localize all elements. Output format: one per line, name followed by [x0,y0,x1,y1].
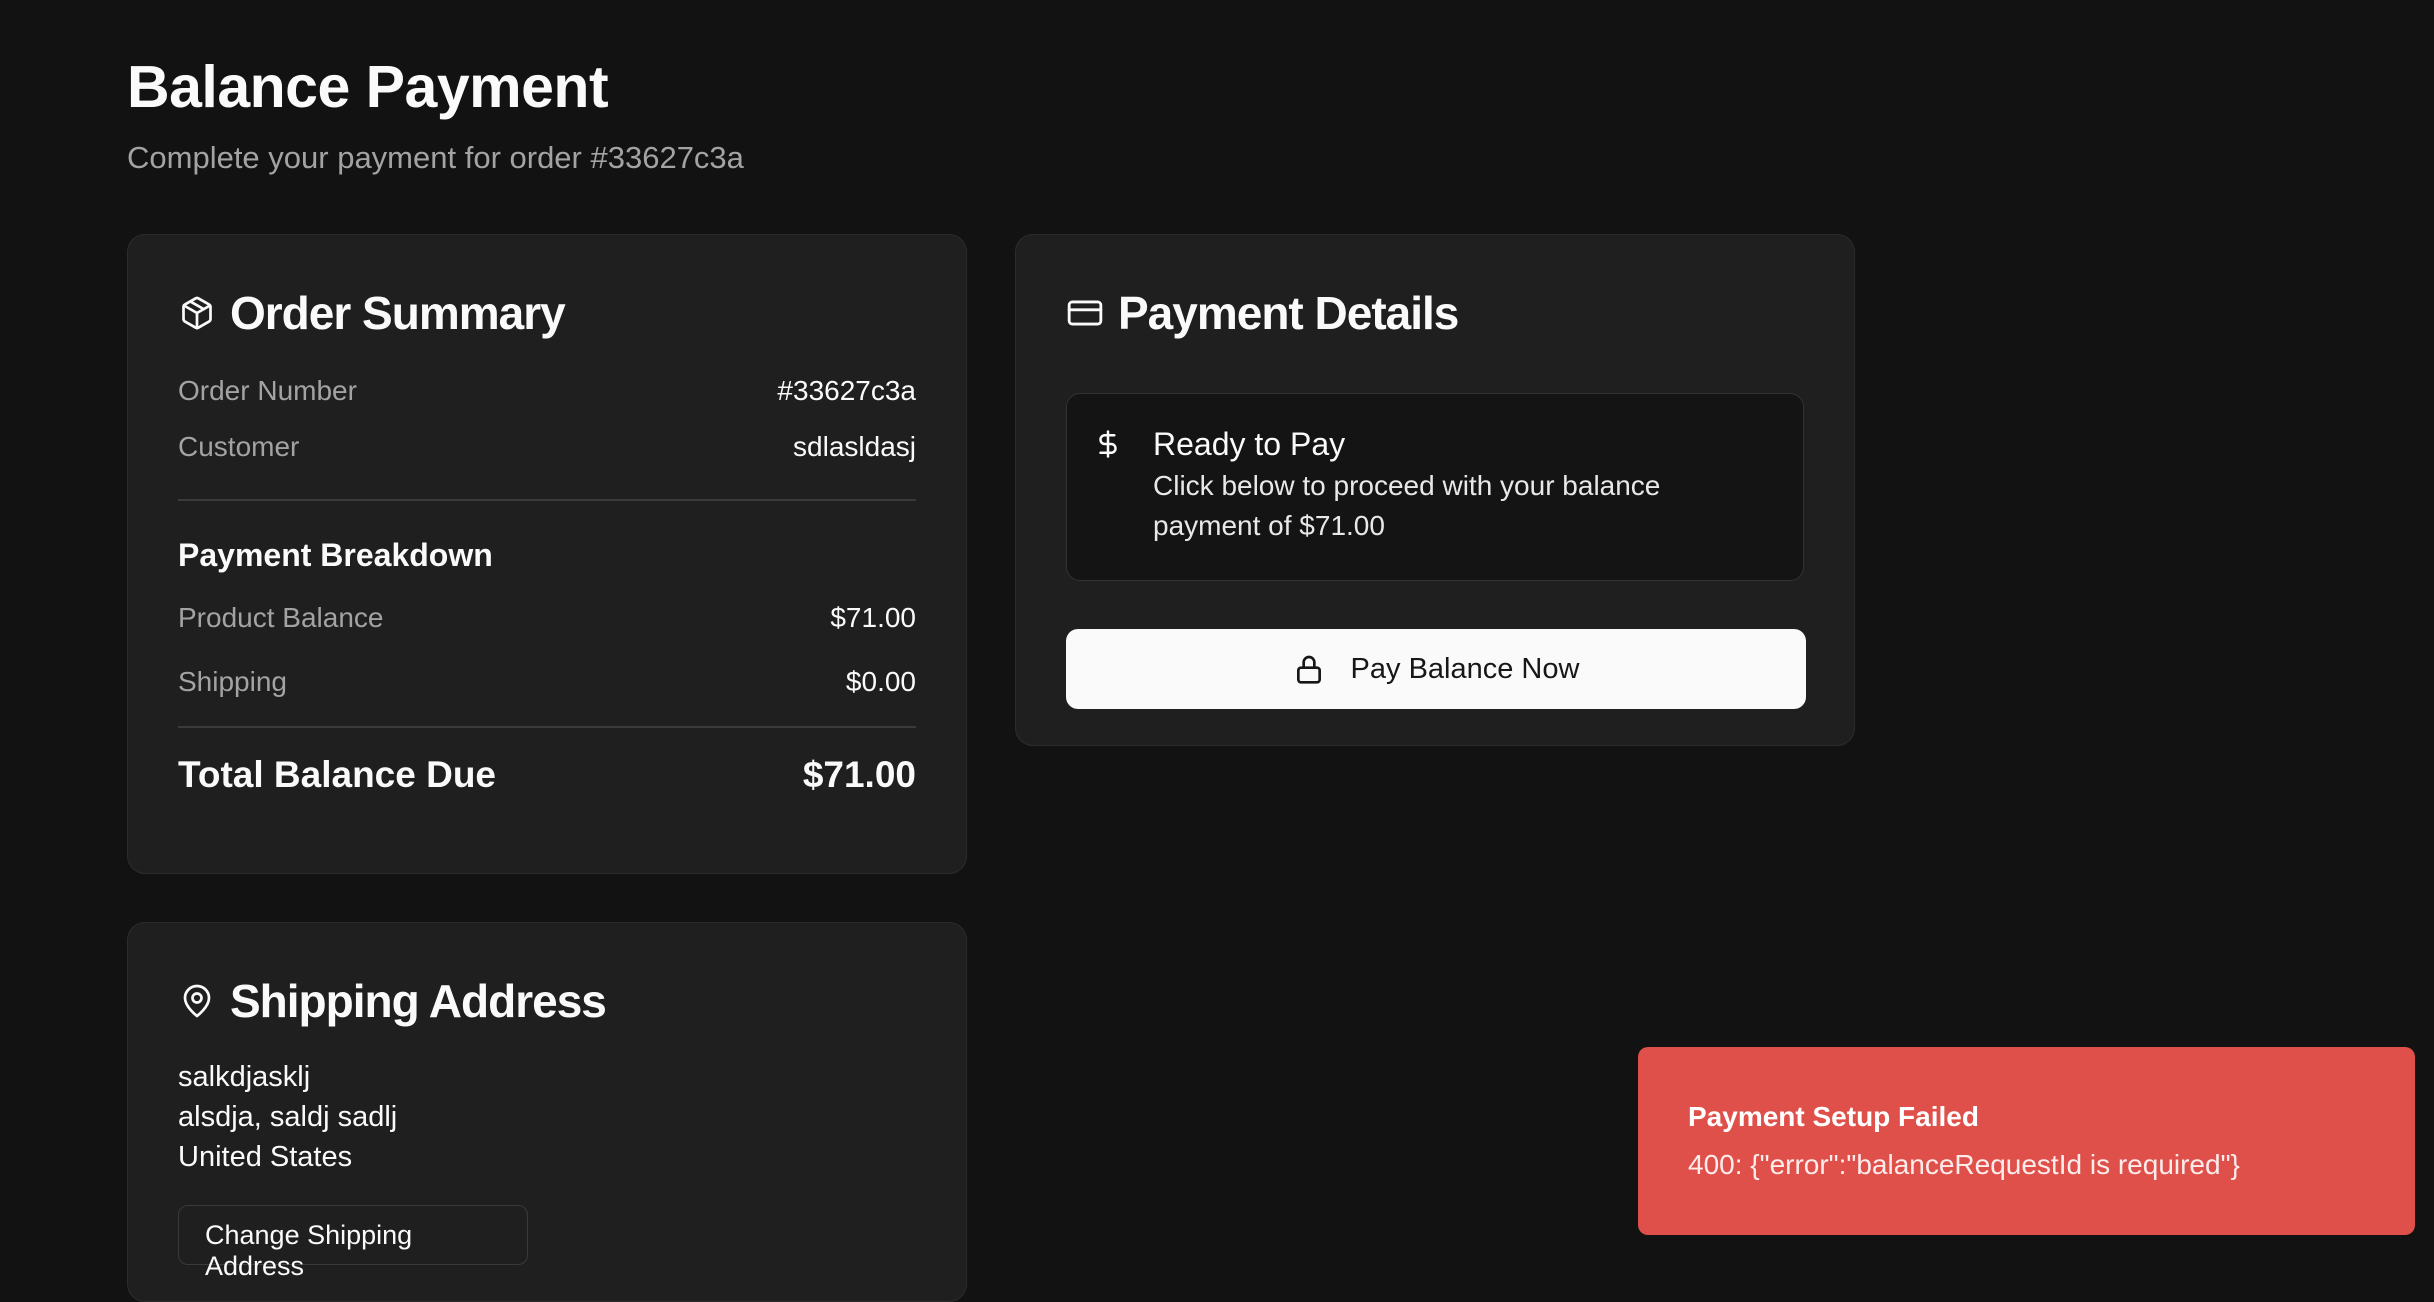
customer-row: Customer sdlasldasj [178,427,916,467]
pay-balance-button[interactable]: Pay Balance Now [1066,629,1806,709]
page-header: Balance Payment Complete your payment fo… [127,48,1855,178]
order-summary-header: Order Summary [178,283,916,343]
total-row: Total Balance Due $71.00 [178,754,916,796]
error-toast[interactable]: Payment Setup Failed 400: {"error":"bala… [1638,1047,2415,1235]
shipping-address-header: Shipping Address [178,971,916,1031]
payment-breakdown-title: Payment Breakdown [178,537,493,573]
divider [178,499,916,501]
credit-card-icon [1066,294,1104,332]
order-summary-title: Order Summary [230,287,566,339]
customer-label: Customer [178,431,300,462]
customer-value: sdlasldasj [793,431,916,462]
product-balance-row: Product Balance $71.00 [178,598,916,638]
lock-icon [1293,653,1325,685]
pay-balance-button-label: Pay Balance Now [1350,652,1580,685]
ready-to-pay-title: Ready to Pay [1153,426,1346,462]
total-label: Total Balance Due [178,754,497,795]
address-line: United States [178,1141,353,1173]
map-pin-icon [178,982,216,1020]
page-title: Balance Payment [127,54,609,120]
ready-to-pay-alert: Ready to Pay Click below to proceed with… [1066,393,1804,581]
change-shipping-address-button[interactable]: Change Shipping Address [178,1205,528,1281]
total-value: $71.00 [802,754,916,795]
shipping-address-card: Shipping Address salkdjasklj alsdja, sal… [127,922,967,1302]
shipping-address-title: Shipping Address [230,975,607,1027]
payment-details-title: Payment Details [1118,287,1459,339]
payment-details-card: Payment Details Ready to Pay Click below… [1015,234,1855,746]
shipping-row: Shipping $0.00 [178,662,916,702]
address-line: salkdjasklj [178,1061,311,1093]
divider [178,726,916,728]
product-balance-label: Product Balance [178,602,384,633]
payment-details-header: Payment Details [1066,283,1804,343]
page-subtitle: Complete your payment for order #33627c3… [127,140,744,175]
shipping-value: $0.00 [845,666,916,697]
order-number-row: Order Number #33627c3a [178,371,916,411]
toast-title: Payment Setup Failed [1688,1101,1979,1132]
dollar-sign-icon [1093,426,1123,462]
product-balance-value: $71.00 [830,602,916,633]
address-block: salkdjasklj alsdja, saldj sadlj United S… [178,1057,916,1177]
ready-to-pay-text: Click below to proceed with your balance… [1153,470,1661,541]
order-summary-card: Order Summary Order Number #33627c3a Cus… [127,234,967,874]
order-number-value: #33627c3a [777,375,916,406]
package-icon [178,294,216,332]
address-line: alsdja, saldj sadlj [178,1101,398,1133]
toast-message: 400: {"error":"balanceRequestId is requi… [1688,1149,2240,1180]
shipping-label: Shipping [178,666,287,697]
order-number-label: Order Number [178,375,357,406]
